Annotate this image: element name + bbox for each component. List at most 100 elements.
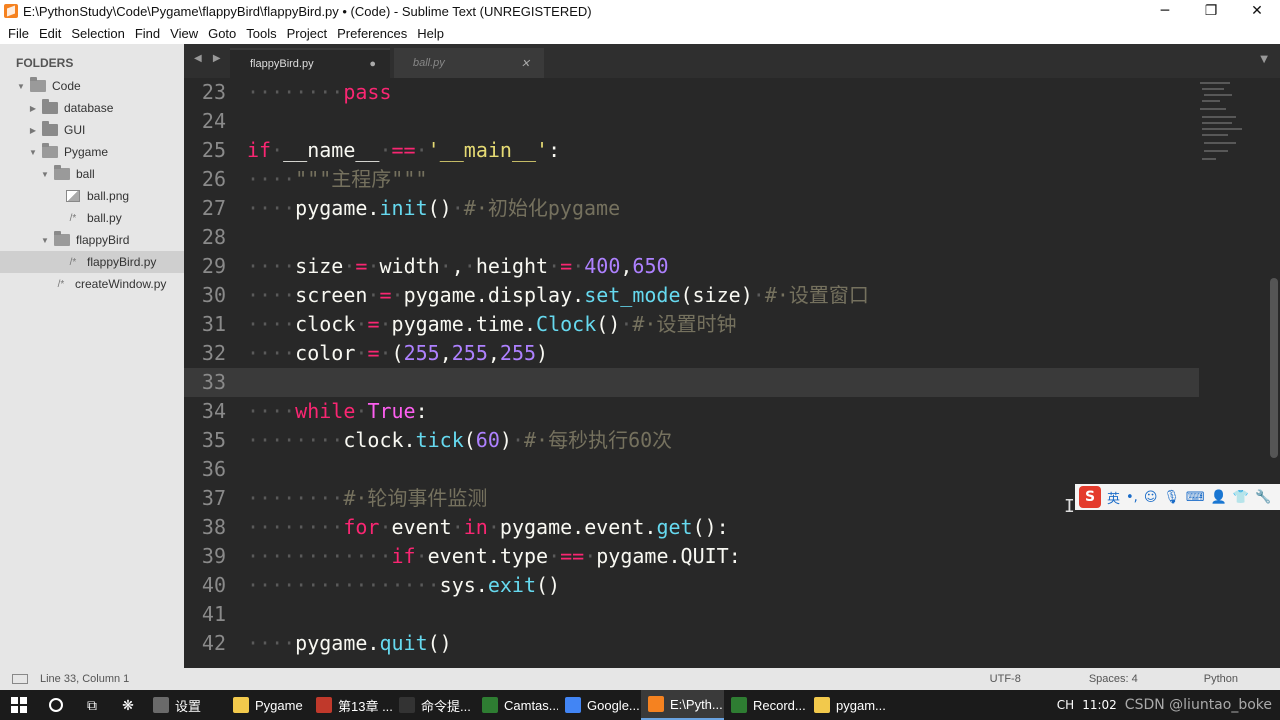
code-line[interactable]: ····pygame.init()·#·初始化pygame — [247, 194, 620, 223]
menu-help[interactable]: Help — [412, 26, 449, 41]
task-view-button[interactable]: ⧉ — [74, 690, 110, 720]
user-icon[interactable]: 👤 — [1211, 490, 1227, 505]
cursor-position[interactable]: Line 33, Column 1 — [40, 673, 129, 685]
taskbar-app-button[interactable]: ❋ — [110, 690, 146, 720]
app-icon — [316, 697, 332, 713]
code-token: pygame.QUIT: — [596, 544, 741, 568]
taskbar-item[interactable]: 第13章 ... — [309, 690, 392, 720]
taskbar-item[interactable]: pygam... — [807, 690, 890, 720]
menu-tools[interactable]: Tools — [241, 26, 281, 41]
code-token: ················ — [247, 573, 440, 597]
microphone-icon[interactable]: 🎙 — [1163, 490, 1180, 505]
start-button[interactable] — [0, 690, 38, 720]
menu-edit[interactable]: Edit — [34, 26, 66, 41]
code-line[interactable]: ····color·=·(255,255,255) — [247, 339, 548, 368]
maximize-button[interactable]: ❐ — [1188, 0, 1234, 22]
close-button[interactable]: ✕ — [1234, 0, 1280, 22]
tree-folder-gui[interactable]: ▶ GUI — [0, 119, 184, 141]
taskbar-item[interactable]: E:\Pyth... — [641, 690, 724, 720]
search-button[interactable] — [38, 690, 74, 720]
line-number: 39 — [201, 544, 226, 568]
tab-overflow-button[interactable]: ▼ — [1260, 54, 1268, 65]
code-line[interactable]: ····size·=·width·,·height·=·400,650 — [247, 252, 669, 281]
code-line[interactable]: ········clock.tick(60)·#·每秒执行60次 — [247, 426, 672, 455]
tray-lang[interactable]: CH — [1057, 698, 1074, 712]
task-view-icon: ⧉ — [87, 696, 97, 713]
menu-goto[interactable]: Goto — [203, 26, 241, 41]
tree-folder-database[interactable]: ▶ database — [0, 97, 184, 119]
code-editor[interactable]: 23 24 25 26 27 28 29 30 31 32 33 34 35 3… — [184, 78, 1280, 668]
wrench-icon[interactable]: 🔧 — [1255, 490, 1271, 505]
code-line[interactable]: ················sys.exit() — [247, 571, 560, 600]
code-line[interactable]: ············if·event.type·==·pygame.QUIT… — [247, 542, 741, 571]
status-indentation[interactable]: Spaces: 4 — [1089, 673, 1138, 685]
code-token: if — [247, 138, 272, 162]
image-file-icon — [66, 190, 80, 202]
shirt-icon[interactable]: 👕 — [1233, 490, 1249, 505]
code-line[interactable]: ········#·轮询事件监测 — [247, 484, 487, 513]
text-cursor-icon: I — [1064, 496, 1075, 517]
menu-project[interactable]: Project — [282, 26, 332, 41]
taskbar-item-label: Pygame — [255, 697, 303, 713]
tree-file-flappybird-py[interactable]: /* flappyBird.py — [0, 251, 184, 273]
code-token: 400 — [584, 254, 621, 278]
code-line[interactable]: ····while·True: — [247, 397, 428, 426]
taskbar-item[interactable]: Camtas... — [475, 690, 558, 720]
taskbar: ⧉ ❋ 设置 Pygame 第13章 ... 命令提... Camtas... Googl… — [0, 690, 1280, 720]
minimap[interactable] — [1196, 78, 1276, 178]
tree-folder-ball[interactable]: ▼ ball — [0, 163, 184, 185]
code-token: · — [548, 544, 561, 568]
emoji-icon[interactable]: ☺ — [1144, 490, 1158, 505]
ime-mode[interactable]: 英 — [1107, 488, 1120, 507]
tray-time[interactable]: 11:02 — [1082, 698, 1117, 712]
unsaved-dot-icon[interactable]: ● — [369, 58, 376, 70]
taskbar-item[interactable]: Pygame — [226, 690, 309, 720]
tree-file-ball-png[interactable]: ball.png — [0, 185, 184, 207]
code-token: · — [271, 138, 284, 162]
ime-punct[interactable]: •, — [1126, 490, 1138, 505]
tab-nav-arrows[interactable]: ◀ ▶ — [194, 53, 225, 64]
menu-view[interactable]: View — [165, 26, 203, 41]
minimize-button[interactable]: ─ — [1142, 0, 1188, 22]
sogou-icon[interactable]: S — [1079, 486, 1101, 508]
line-number: 27 — [201, 196, 226, 220]
code-line[interactable]: ····clock·=·pygame.time.Clock()·#·设置时钟 — [247, 310, 736, 339]
tree-file-ball-py[interactable]: /* ball.py — [0, 207, 184, 229]
tree-folder-flappybird[interactable]: ▼ flappyBird — [0, 229, 184, 251]
code-token: (): — [692, 515, 729, 539]
tree-folder-code[interactable]: ▼ Code — [0, 75, 184, 97]
code-line[interactable]: ····screen·=·pygame.display.set_mode(siz… — [247, 281, 869, 310]
status-syntax[interactable]: Python — [1204, 673, 1238, 685]
taskbar-item[interactable]: Record... — [724, 690, 807, 720]
taskbar-item[interactable]: 命令提... — [392, 690, 475, 720]
taskbar-item[interactable]: Google... — [558, 690, 641, 720]
tab-flappybird[interactable]: flappyBird.py ● — [230, 48, 390, 78]
close-tab-icon[interactable]: ✕ — [521, 57, 530, 70]
tree-label: Pygame — [64, 145, 109, 159]
folder-open-icon — [30, 77, 46, 92]
code-line[interactable]: if·__name__·==·'__main__': — [247, 136, 560, 165]
menu-find[interactable]: Find — [130, 26, 165, 41]
tree-label: ball.png — [87, 189, 130, 203]
menu-preferences[interactable]: Preferences — [332, 26, 412, 41]
code-line[interactable]: ····pygame.quit() — [247, 629, 452, 658]
tree-file-createwindow-py[interactable]: /* createWindow.py — [0, 273, 184, 295]
menu-file[interactable]: File — [3, 26, 34, 41]
app-icon: ❋ — [122, 696, 134, 713]
panel-toggle-icon[interactable] — [12, 674, 28, 684]
keyboard-icon[interactable]: ⌨ — [1186, 490, 1205, 505]
vertical-scrollbar[interactable] — [1270, 278, 1278, 458]
code-line[interactable]: ····"""主程序""" — [247, 165, 427, 194]
code-line[interactable]: ········for·event·in·pygame.event.get(): — [247, 513, 729, 542]
ime-toolbar[interactable]: S 英 •, ☺ 🎙 ⌨ 👤 👕 🔧 — [1075, 484, 1280, 510]
taskbar-item[interactable]: 设置 — [146, 690, 226, 720]
tab-ball[interactable]: ball.py ✕ — [394, 48, 544, 78]
status-encoding[interactable]: UTF-8 — [990, 673, 1021, 685]
menu-selection[interactable]: Selection — [66, 26, 129, 41]
tree-folder-pygame[interactable]: ▼ Pygame — [0, 141, 184, 163]
status-right: UTF-8 Spaces: 4 Python — [990, 668, 1280, 690]
code-line[interactable]: ········pass — [247, 78, 392, 107]
code-file-icon: /* — [57, 278, 65, 290]
taskbar-item-label: pygam... — [836, 697, 886, 713]
tree-label: ball — [76, 167, 95, 181]
